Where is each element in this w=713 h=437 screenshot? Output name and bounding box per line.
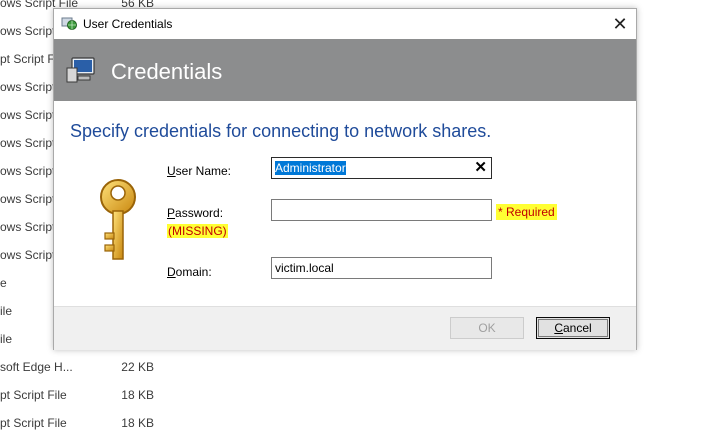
domain-value: victim.local bbox=[275, 261, 334, 275]
header-banner: Credentials bbox=[54, 39, 636, 101]
clear-icon[interactable]: ✕ bbox=[474, 158, 487, 178]
computer-monitor-icon bbox=[66, 57, 95, 83]
required-warning: * Required bbox=[496, 204, 557, 220]
password-field[interactable] bbox=[271, 199, 492, 221]
window-title: User Credentials bbox=[83, 17, 173, 31]
file-type-label: soft Edge H... bbox=[0, 360, 73, 374]
file-size-label: 22 KB bbox=[121, 360, 154, 374]
close-button[interactable]: ✕ bbox=[604, 9, 636, 39]
file-type-label: pt Script File bbox=[0, 388, 67, 402]
username-label: User Name: bbox=[167, 164, 232, 178]
ok-button[interactable]: OK bbox=[450, 317, 524, 339]
file-type-label: pt Script File bbox=[0, 416, 67, 430]
username-field[interactable]: Administrator ✕ bbox=[271, 157, 492, 179]
password-label: Password: bbox=[167, 206, 224, 220]
username-value: Administrator bbox=[275, 161, 346, 175]
title-bar[interactable]: User Credentials ✕ bbox=[54, 9, 636, 39]
button-bar: OK Cancel bbox=[54, 306, 636, 350]
file-size-label: 18 KB bbox=[121, 388, 154, 402]
missing-warning: (MISSING) bbox=[167, 224, 228, 238]
key-icon bbox=[100, 179, 136, 260]
close-icon: ✕ bbox=[612, 14, 628, 34]
banner-title: Credentials bbox=[111, 59, 223, 84]
domain-label: Domain: bbox=[167, 265, 212, 279]
instruction-text: Specify credentials for connecting to ne… bbox=[70, 121, 492, 141]
network-globe-icon bbox=[61, 17, 77, 30]
file-size-label: 18 KB bbox=[121, 416, 154, 430]
user-credentials-dialog: User Credentials ✕ Credentials Specify c… bbox=[53, 8, 637, 350]
domain-field[interactable]: victim.local bbox=[271, 257, 492, 279]
cancel-button[interactable]: Cancel bbox=[536, 317, 610, 339]
